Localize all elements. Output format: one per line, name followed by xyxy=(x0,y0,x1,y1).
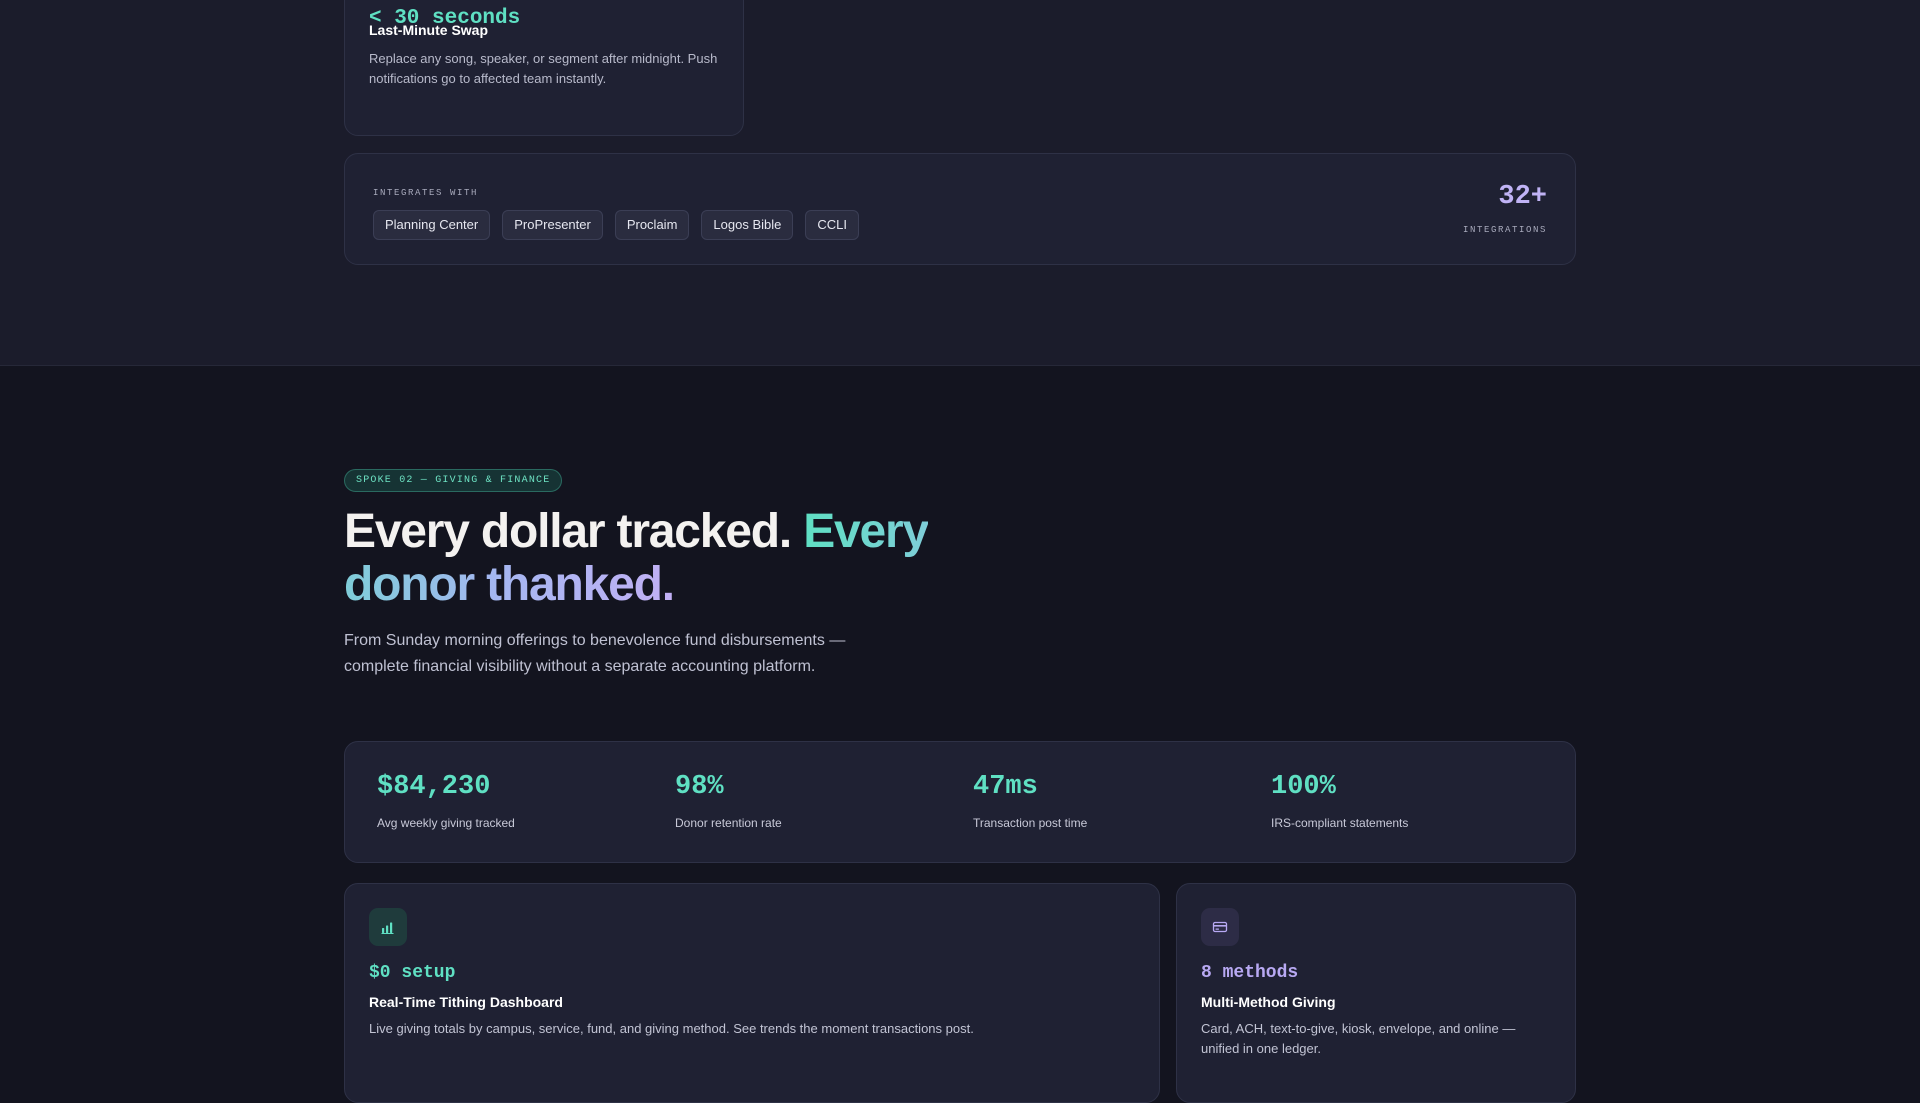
swap-description: Replace any song, speaker, or segment af… xyxy=(369,51,718,86)
stat-donor-retention: 98% Donor retention rate xyxy=(675,772,935,830)
integration-chip-logos-bible[interactable]: Logos Bible xyxy=(701,210,794,240)
last-minute-swap-card: < 30 seconds Last-Minute Swap Replace an… xyxy=(344,0,744,136)
stat-value: $84,230 xyxy=(377,772,491,802)
stat-label: Donor retention rate xyxy=(675,816,782,830)
feature-title: Multi-Method Giving xyxy=(1201,994,1336,1010)
section-headline: Every dollar tracked. Every donor thanke… xyxy=(344,505,984,611)
stat-transaction-time: 47ms Transaction post time xyxy=(973,772,1233,830)
headline-plain: Every dollar tracked. xyxy=(344,505,804,558)
feature-metric: $0 setup xyxy=(369,963,456,983)
feature-description: Card, ACH, text-to-give, kiosk, envelope… xyxy=(1201,1021,1516,1056)
stat-weekly-giving: $84,230 Avg weekly giving tracked xyxy=(377,772,637,830)
integration-chip-proclaim[interactable]: Proclaim xyxy=(614,210,690,240)
section-badge: SPOKE 02 — GIVING & FINANCE xyxy=(344,469,563,492)
integration-chip-planning-center[interactable]: Planning Center xyxy=(373,210,491,240)
stat-value: 47ms xyxy=(973,772,1038,802)
feature-description: Live giving totals by campus, service, f… xyxy=(369,1021,974,1036)
integrations-count: 32+ xyxy=(1498,182,1547,212)
integration-chip-ccli[interactable]: CCLI xyxy=(805,210,859,240)
stat-irs-compliant: 100% IRS-compliant statements xyxy=(1271,772,1531,830)
feature-title: Real-Time Tithing Dashboard xyxy=(369,994,563,1010)
feature-card-tithing-dashboard: $0 setup Real-Time Tithing Dashboard Liv… xyxy=(344,883,1160,1103)
swap-title: Last-Minute Swap xyxy=(369,22,489,38)
planning-section: < 30 seconds Last-Minute Swap Replace an… xyxy=(0,0,1920,366)
stat-label: Transaction post time xyxy=(973,816,1088,830)
feature-metric: 8 methods xyxy=(1201,963,1299,983)
stat-value: 98% xyxy=(675,772,724,802)
bar-chart-icon xyxy=(369,908,407,946)
giving-stats-card: $84,230 Avg weekly giving tracked 98% Do… xyxy=(344,741,1576,863)
credit-card-icon xyxy=(1201,908,1239,946)
integration-chips: Planning Center ProPresenter Proclaim Lo… xyxy=(373,210,859,240)
integration-chip-propresenter[interactable]: ProPresenter xyxy=(502,210,603,240)
section-lede: From Sunday morning offerings to benevol… xyxy=(344,632,846,675)
integrations-label: INTEGRATES WITH xyxy=(373,188,479,198)
integrations-count-label: INTEGRATIONS xyxy=(1462,225,1547,235)
feature-card-multi-method-giving: 8 methods Multi-Method Giving Card, ACH,… xyxy=(1176,883,1576,1103)
stat-label: IRS-compliant statements xyxy=(1271,816,1409,830)
integrations-card: INTEGRATES WITH Planning Center ProPrese… xyxy=(344,153,1576,265)
stat-value: 100% xyxy=(1271,772,1336,802)
stat-label: Avg weekly giving tracked xyxy=(377,816,515,830)
